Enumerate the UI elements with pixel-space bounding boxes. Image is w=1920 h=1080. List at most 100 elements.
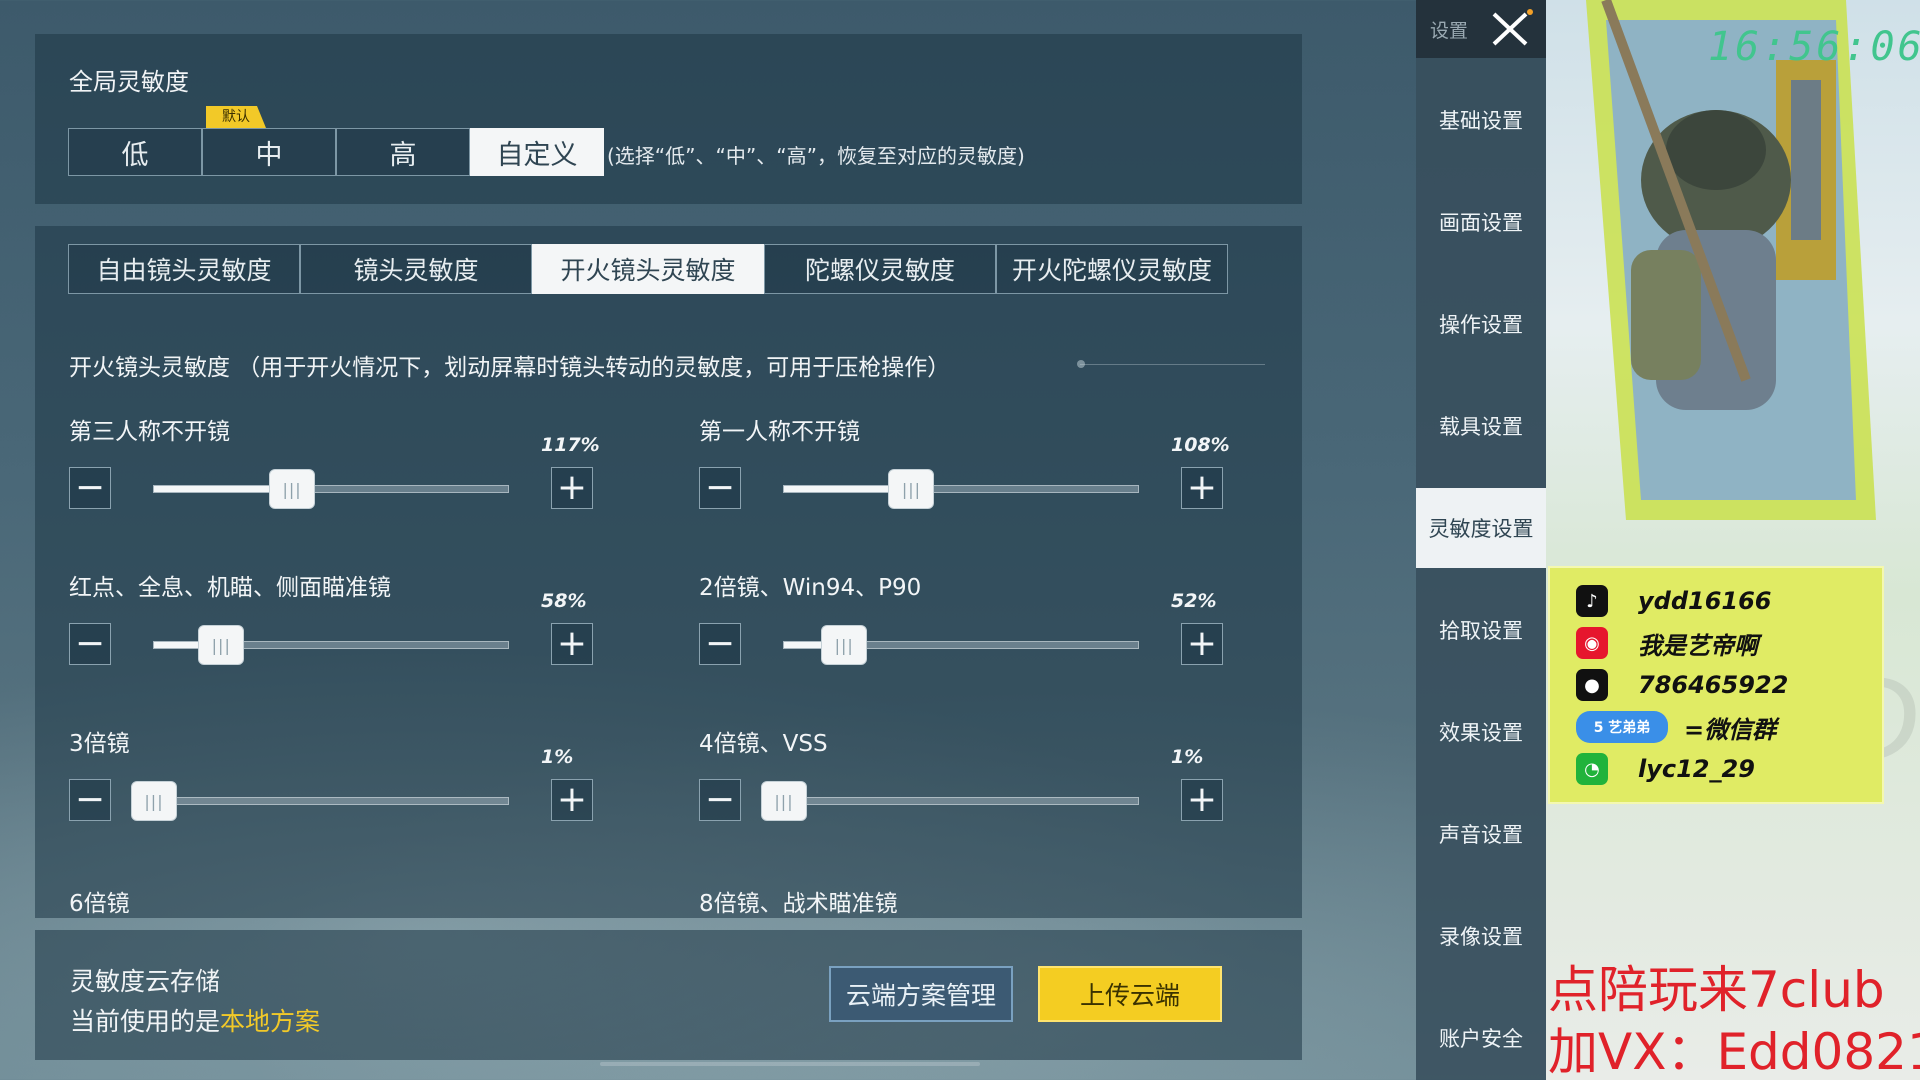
horizontal-scrollbar[interactable] [600,1062,980,1066]
decrease-button[interactable]: − [699,779,741,821]
cloud-storage-title: 灵敏度云存储 [70,967,221,996]
slider-percent: 1% [1171,746,1204,768]
increase-button[interactable]: + [1181,467,1223,509]
contact-row: ◔ lyc12_29 [1576,752,1755,786]
increase-button[interactable]: + [551,467,593,509]
group-badge-icon: 5 艺弟弟 [1576,711,1668,743]
tab-fire-gyroscope[interactable]: 开火陀螺仪灵敏度 [996,244,1228,294]
sensitivity-tabs: 自由镜头灵敏度 镜头灵敏度 开火镜头灵敏度 陀螺仪灵敏度 开火陀螺仪灵敏度 [68,244,1228,294]
increase-button[interactable]: + [551,623,593,665]
slider-label: 第三人称不开镜 [69,419,230,445]
slider-percent: 52% [1171,590,1217,612]
tab-gyroscope[interactable]: 陀螺仪灵敏度 [764,244,996,294]
slider-label: 3倍镜 [69,731,130,757]
decrease-button[interactable]: − [69,623,111,665]
global-preset-group: 低 中 高 自定义 [68,128,604,176]
upload-cloud-button[interactable]: 上传云端 [1038,966,1222,1022]
preset-custom-button[interactable]: 自定义 [470,128,604,176]
decrease-button[interactable]: − [699,623,741,665]
slider-label: 8倍镜、战术瞄准镜 [699,891,898,917]
tab-free-camera[interactable]: 自由镜头灵敏度 [68,244,300,294]
clock-display: 16:56:06 [1708,24,1920,70]
cloud-plan-manage-button[interactable]: 云端方案管理 [829,966,1013,1022]
qq-icon: ● [1576,669,1608,701]
slider-percent: 1% [541,746,574,768]
cloud-current-prefix: 当前使用的是 [70,1007,221,1036]
slider-track[interactable]: ||| [761,781,1139,821]
close-icon[interactable] [1486,6,1534,52]
preset-low-button[interactable]: 低 [68,128,202,176]
increase-button[interactable]: + [551,779,593,821]
increase-button[interactable]: + [1181,623,1223,665]
sidebar-item-controls[interactable]: 操作设置 [1416,284,1546,364]
sidebar-item-graphics[interactable]: 画面设置 [1416,182,1546,262]
character-artwork: YDD [1546,0,1920,1080]
decrease-button[interactable]: − [699,467,741,509]
slider-handle[interactable]: ||| [131,781,177,821]
slider-track[interactable]: ||| [153,625,509,665]
slider-track[interactable]: ||| [783,469,1139,509]
slider-handle[interactable]: ||| [269,469,316,509]
sidebar-item-vehicle[interactable]: 载具设置 [1416,386,1546,466]
preset-medium-button[interactable]: 中 [202,128,336,176]
slider-handle[interactable]: ||| [821,625,868,665]
contact-text: ydd16166 [1638,587,1772,615]
sidebar-item-sound[interactable]: 声音设置 [1416,794,1546,874]
increase-button[interactable]: + [1181,779,1223,821]
slider-scope-6x: 6倍镜−+||| [69,884,629,918]
sensitivity-detail-panel: 自由镜头灵敏度 镜头灵敏度 开火镜头灵敏度 陀螺仪灵敏度 开火陀螺仪灵敏度 开火… [35,226,1302,918]
slider-percent: 108% [1171,434,1230,456]
tab-fire-camera[interactable]: 开火镜头灵敏度 [532,244,764,294]
slider-percent: 58% [541,590,587,612]
slider-track[interactable]: ||| [783,625,1139,665]
slider-handle[interactable]: ||| [198,625,245,665]
global-preset-hint: (选择“低”、“中”、“高”，恢复至对应的灵敏度) [607,144,1025,168]
contact-row: ♪ ydd16166 [1576,584,1772,618]
contact-row: ◉ 我是艺帝啊 [1576,626,1758,660]
slider-label: 2倍镜、Win94、P90 [699,575,922,601]
slider-scope-2x: 2倍镜、Win94、P90 52% − + ||| [699,568,1259,708]
wechat-icon: ◔ [1576,753,1608,785]
default-tag: 默认 [206,106,266,128]
decrease-button[interactable]: − [69,467,111,509]
slider-percent: 117% [541,434,600,456]
global-sensitivity-title: 全局灵敏度 [69,68,189,96]
settings-header: 设置 [1416,0,1546,58]
cloud-local-plan-link[interactable]: 本地方案 [220,1007,320,1036]
contact-row: ● 786465922 [1576,668,1788,702]
contact-text: 786465922 [1638,671,1789,699]
slider-label: 6倍镜 [69,891,130,917]
preset-high-button[interactable]: 高 [336,128,470,176]
slider-label: 4倍镜、VSS [699,731,828,757]
slider-scope-4x: 4倍镜、VSS 1% − + ||| [699,724,1259,864]
contact-text: =微信群 [1684,715,1777,744]
contact-card: ♪ ydd16166 ◉ 我是艺帝啊 ● 786465922 5 艺弟弟 =微信群 ◔ lyc12… [1548,566,1884,804]
settings-side-menu: 设置 基础设置画面设置操作设置载具设置灵敏度设置拾取设置效果设置声音设置录像设置… [1416,0,1546,1080]
sidebar-item-basic[interactable]: 基础设置 [1416,80,1546,160]
slider-track[interactable]: ||| [153,469,509,509]
cloud-current-plan: 当前使用的是本地方案 [70,1002,320,1038]
tab-camera[interactable]: 镜头灵敏度 [300,244,532,294]
promo-line-2: 加VX：Edd0821 [1548,1023,1920,1080]
sidebar-item-effects[interactable]: 效果设置 [1416,692,1546,772]
slider-first-person-no-scope: 第一人称不开镜 108% − + ||| [699,412,1259,552]
sidebar-item-pickup[interactable]: 拾取设置 [1416,590,1546,670]
slider-label: 第一人称不开镜 [699,419,860,445]
slider-handle[interactable]: ||| [888,469,935,509]
slider-handle[interactable]: ||| [761,781,807,821]
sidebar-item-sensitivity[interactable]: 灵敏度设置 [1416,488,1546,568]
divider-line [1080,364,1265,365]
artwork-illustration: YDD [1586,0,1919,786]
decrease-button[interactable]: − [69,779,111,821]
sidebar-item-replay[interactable]: 录像设置 [1416,896,1546,976]
slider-scope-3x: 3倍镜 1% − + ||| [69,724,629,864]
global-sensitivity-panel: 全局灵敏度 默认 低 中 高 自定义 (选择“低”、“中”、“高”，恢复至对应的… [35,34,1302,204]
sidebar-item-account-security[interactable]: 账户安全 [1416,998,1546,1078]
cloud-storage-panel: 灵敏度云存储 当前使用的是本地方案 云端方案管理 上传云端 [35,930,1302,1060]
slider-scope-8x: 8倍镜、战术瞄准镜−+||| [699,884,1259,918]
weibo-icon: ◉ [1576,627,1608,659]
section-description: 开火镜头灵敏度 （用于开火情况下，划动屏幕时镜头转动的灵敏度，可用于压枪操作） [69,355,951,381]
contact-row: 5 艺弟弟 =微信群 [1576,710,1776,744]
slider-track[interactable]: ||| [131,781,509,821]
settings-header-label: 设置 [1430,20,1469,42]
